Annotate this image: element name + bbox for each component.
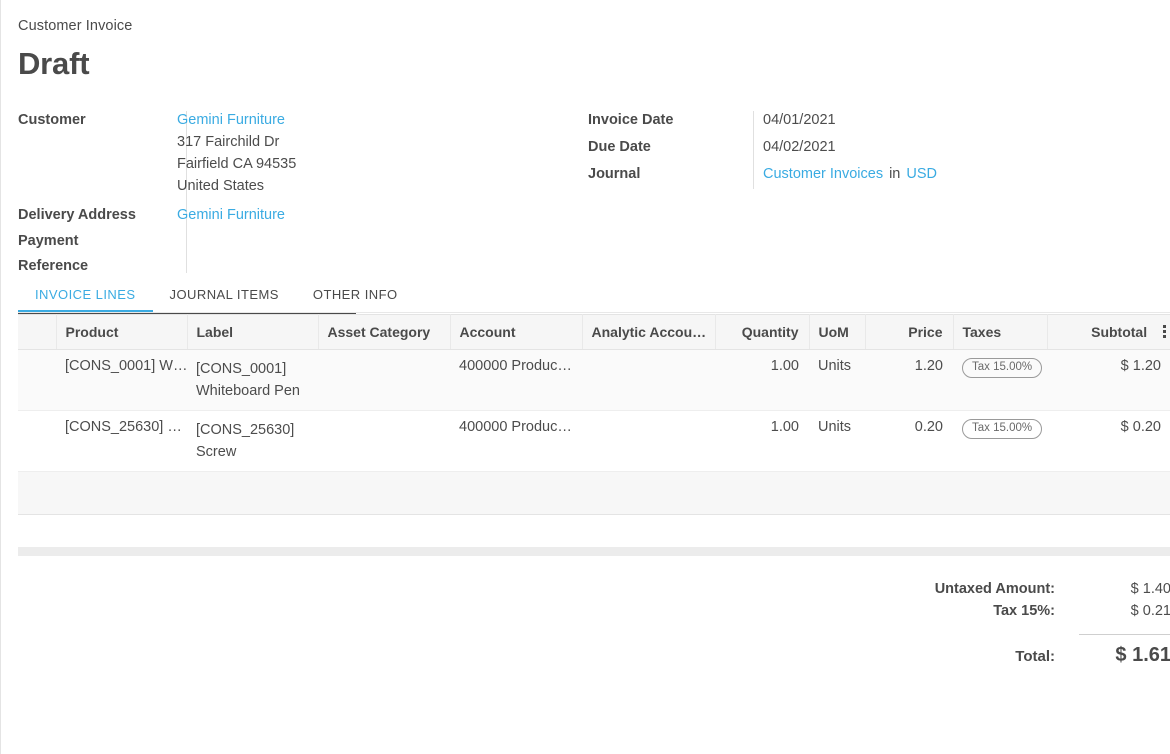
cell-uom[interactable]: Units (809, 350, 865, 411)
tax-badge: Tax 15.00% (962, 419, 1042, 439)
tab-invoice-lines[interactable]: INVOICE LINES (18, 281, 153, 310)
field-journal: Journal Customer InvoicesinUSD (588, 161, 1170, 188)
field-invoice-date: Invoice Date 04/01/2021 (588, 107, 1170, 134)
total-row-untaxed: Untaxed Amount: $ 1.40 (871, 578, 1170, 600)
column-header-label[interactable]: Label (187, 315, 318, 350)
total-label: Total: (871, 648, 1079, 665)
invoice-header-fields: Customer Gemini Furniture 317 Fairchild … (18, 107, 1170, 277)
customer-label: Customer (18, 107, 170, 134)
invoice-form-sheet: Customer Invoice Draft Customer Gemini F… (0, 0, 1170, 754)
cell-product[interactable]: [CONS_0001] W… (56, 350, 187, 411)
total-row-tax: Tax 15%: $ 0.21 (871, 600, 1170, 622)
empty-row-cell[interactable] (18, 472, 1170, 515)
cell-label-name: Screw (196, 441, 310, 463)
table-row[interactable]: [CONS_0001] W… [CONS_0001] Whiteboard Pe… (18, 350, 1170, 411)
due-date-value[interactable]: 04/02/2021 (753, 134, 1170, 161)
untaxed-amount-value: $ 1.40 (1079, 581, 1170, 597)
cell-quantity[interactable]: 1.00 (715, 350, 809, 411)
tabs-underline (18, 312, 1170, 313)
tab-other-info[interactable]: OTHER INFO (296, 281, 415, 310)
untaxed-amount-label: Untaxed Amount: (871, 581, 1079, 597)
table-header-row: Product Label Asset Category Account Ana… (18, 315, 1170, 350)
cell-asset-category[interactable] (318, 350, 450, 411)
delivery-address-label: Delivery Address (18, 202, 170, 229)
cell-label-code: [CONS_0001] (196, 358, 310, 380)
column-header-analytic-account[interactable]: Analytic Accou… (582, 315, 715, 350)
customer-link[interactable]: Gemini Furniture (177, 112, 285, 128)
cell-label-name: Whiteboard Pen (196, 380, 310, 402)
cell-asset-category[interactable] (318, 411, 450, 472)
cell-label[interactable]: [CONS_0001] Whiteboard Pen (187, 350, 318, 411)
column-header-price[interactable]: Price (865, 315, 953, 350)
delivery-address-link[interactable]: Gemini Furniture (177, 207, 285, 223)
delivery-address-value: Gemini Furniture (170, 202, 718, 229)
vertical-dots-icon[interactable] (1163, 325, 1167, 340)
tax-value: $ 0.21 (1079, 603, 1170, 619)
reference-label: Reference (18, 254, 170, 279)
column-header-account[interactable]: Account (450, 315, 582, 350)
column-header-subtotal-label: Subtotal (1091, 324, 1147, 340)
table-row[interactable]: [CONS_25630] … [CONS_25630] Screw 400000… (18, 411, 1170, 472)
cell-price[interactable]: 1.20 (865, 350, 953, 411)
column-header-uom[interactable]: UoM (809, 315, 865, 350)
cell-taxes[interactable]: Tax 15.00% (953, 350, 1047, 411)
journal-value: Customer InvoicesinUSD (753, 161, 1170, 188)
column-header-subtotal[interactable]: Subtotal (1047, 315, 1170, 350)
due-date-label: Due Date (588, 134, 753, 161)
breadcrumb[interactable]: Customer Invoice (18, 16, 1170, 36)
tab-journal-items[interactable]: JOURNAL ITEMS (153, 281, 296, 310)
cell-label[interactable]: [CONS_25630] Screw (187, 411, 318, 472)
column-header-asset-category[interactable]: Asset Category (318, 315, 450, 350)
cell-subtotal: $ 1.20 (1047, 350, 1170, 411)
cell-subtotal: $ 0.20 (1047, 411, 1170, 472)
cell-uom[interactable]: Units (809, 411, 865, 472)
currency-link[interactable]: USD (906, 166, 937, 182)
notebook-tabs: INVOICE LINES JOURNAL ITEMS OTHER INFO (18, 281, 356, 314)
invoice-lines-table: Product Label Asset Category Account Ana… (18, 314, 1170, 515)
cell-label-code: [CONS_25630] (196, 419, 310, 441)
total-value: $ 1.61 (1079, 634, 1170, 667)
journal-label: Journal (588, 161, 753, 188)
tax-badge: Tax 15.00% (962, 358, 1042, 378)
column-header-handle (18, 315, 56, 350)
invoice-date-label: Invoice Date (588, 107, 753, 134)
cell-account[interactable]: 400000 Produc… (450, 350, 582, 411)
row-handle-cell[interactable] (18, 411, 56, 472)
cell-product[interactable]: [CONS_25630] … (56, 411, 187, 472)
column-header-product[interactable]: Product (56, 315, 187, 350)
column-header-quantity[interactable]: Quantity (715, 315, 809, 350)
field-payment-reference: Payment Reference (18, 229, 718, 281)
payment-reference-label: Payment Reference (18, 229, 170, 279)
page-title: Draft (18, 45, 1170, 83)
section-separator (18, 547, 1170, 556)
column-header-taxes[interactable]: Taxes (953, 315, 1047, 350)
tax-label: Tax 15%: (871, 603, 1079, 619)
header-right-column: Invoice Date 04/01/2021 Due Date 04/02/2… (588, 107, 1170, 188)
cell-account[interactable]: 400000 Produc… (450, 411, 582, 472)
journal-in-word: in (883, 166, 906, 182)
total-row-grand: Total: $ 1.61 (871, 631, 1170, 670)
row-handle-cell[interactable] (18, 350, 56, 411)
journal-link[interactable]: Customer Invoices (763, 166, 883, 182)
table-row-empty[interactable] (18, 472, 1170, 515)
cell-analytic-account[interactable] (582, 350, 715, 411)
cell-taxes[interactable]: Tax 15.00% (953, 411, 1047, 472)
totals-section: Untaxed Amount: $ 1.40 Tax 15%: $ 0.21 T… (18, 578, 1170, 670)
cell-analytic-account[interactable] (582, 411, 715, 472)
payment-label: Payment (18, 229, 170, 254)
cell-price[interactable]: 0.20 (865, 411, 953, 472)
cell-quantity[interactable]: 1.00 (715, 411, 809, 472)
field-due-date: Due Date 04/02/2021 (588, 134, 1170, 161)
invoice-date-value[interactable]: 04/01/2021 (753, 107, 1170, 134)
field-delivery-address: Delivery Address Gemini Furniture (18, 202, 718, 229)
